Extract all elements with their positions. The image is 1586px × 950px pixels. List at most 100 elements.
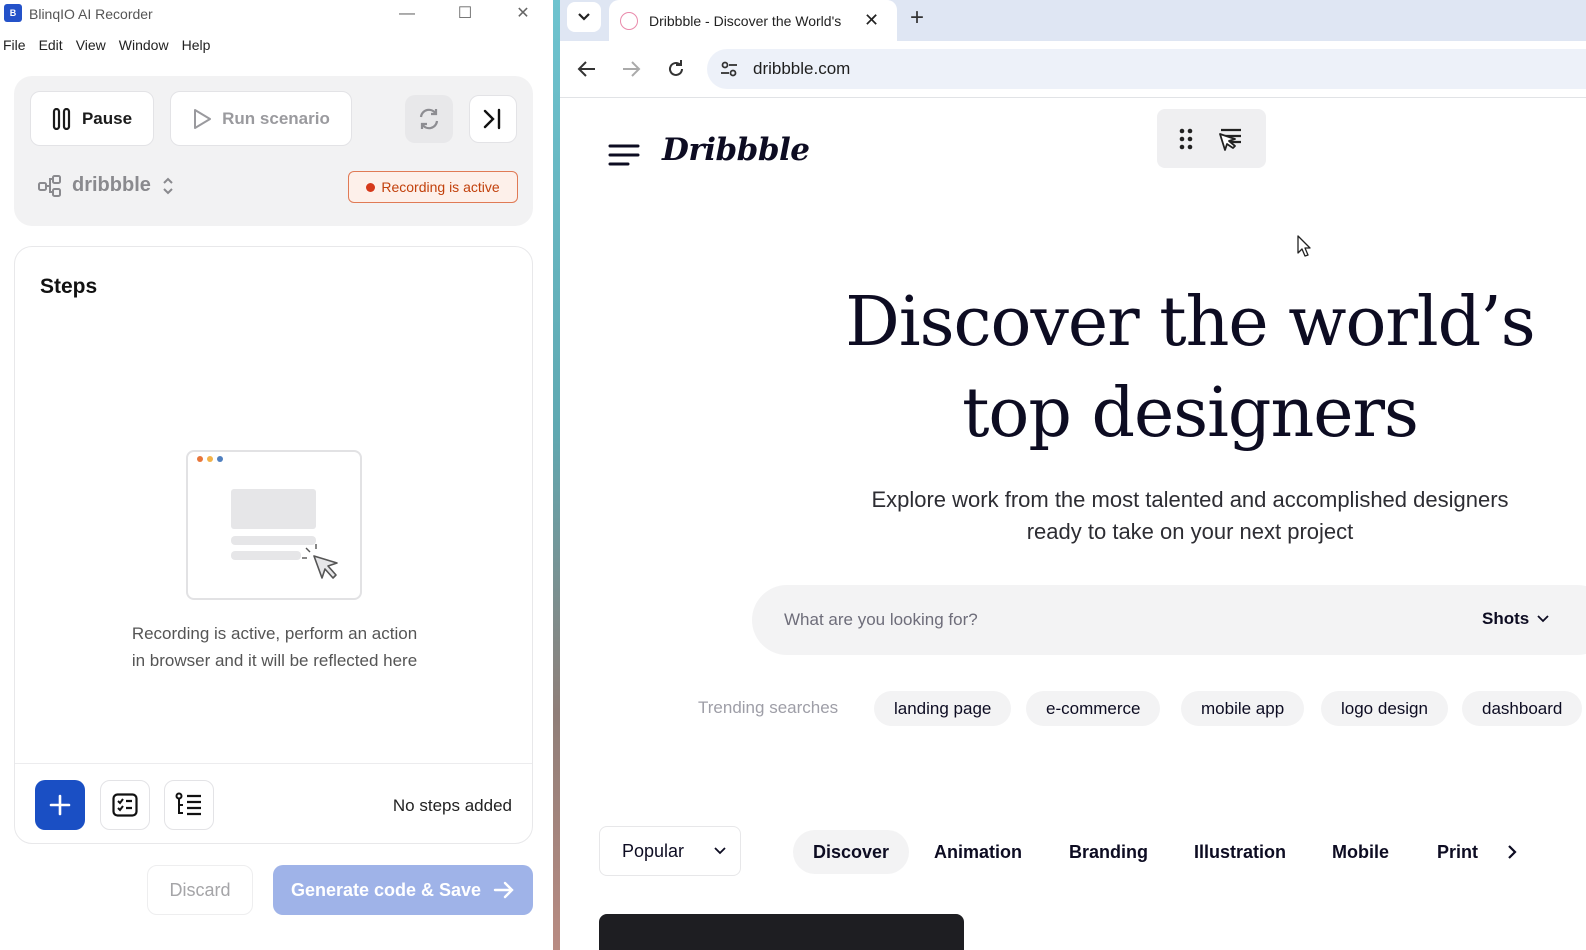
forward-button[interactable]	[617, 55, 645, 83]
run-scenario-button[interactable]: Run scenario	[170, 91, 352, 146]
window-title: BlinqIO AI Recorder	[29, 6, 153, 22]
tab-strip: Dribbble - Discover the World's ✕ +	[560, 0, 1586, 41]
browser-click-illustration-icon	[197, 456, 338, 579]
step-count-text: No steps added	[392, 796, 512, 815]
arrow-right-icon	[493, 881, 514, 899]
refresh-icon	[419, 108, 439, 130]
category-tab-illustration[interactable]: Illustration	[1174, 830, 1306, 874]
project-name: dribbble	[72, 174, 151, 196]
tab-dribbble[interactable]: Dribbble - Discover the World's ✕	[609, 0, 897, 41]
minimize-button[interactable]: —	[395, 3, 419, 25]
dribbble-favicon-icon	[620, 11, 638, 30]
add-step-button[interactable]	[35, 780, 85, 830]
empty-state-illustration	[186, 450, 362, 600]
new-tab-button[interactable]: +	[910, 4, 924, 32]
pause-label: Pause	[81, 108, 133, 128]
arrow-right-icon	[623, 61, 641, 77]
pause-button[interactable]: Pause	[30, 91, 154, 146]
categories-next-button[interactable]	[1500, 840, 1524, 864]
back-button[interactable]	[573, 55, 601, 83]
play-icon	[194, 108, 212, 129]
trending-chip[interactable]: landing page	[874, 691, 1012, 726]
skip-icon	[483, 108, 501, 130]
hero-heading: Discover the world’s top designers	[800, 277, 1580, 459]
hero-subheading: Explore work from the most talented and …	[820, 484, 1560, 548]
list-tree-icon	[175, 792, 201, 816]
checklist-icon	[112, 793, 138, 817]
checklist-button[interactable]	[100, 780, 150, 830]
step-list-button[interactable]	[164, 780, 214, 830]
sort-dropdown-value: Popular	[622, 840, 685, 861]
window-divider	[553, 0, 560, 950]
workflow-icon	[38, 174, 61, 197]
search-bar[interactable]: What are you looking for? Shots	[752, 585, 1586, 655]
trending-chip[interactable]: logo design	[1321, 691, 1448, 726]
app-logo-icon: B	[4, 4, 22, 22]
chevron-down-icon	[578, 13, 590, 21]
shot-thumbnail[interactable]	[599, 914, 964, 950]
mouse-cursor-icon	[1297, 235, 1311, 257]
menu-file[interactable]: File	[1, 34, 28, 56]
menu-window[interactable]: Window	[117, 34, 171, 56]
title-bar: B BlinqIO AI Recorder — ☐ ✕	[0, 0, 553, 30]
run-scenario-label: Run scenario	[222, 108, 330, 128]
pause-icon	[52, 107, 71, 130]
category-tab-animation[interactable]: Animation	[914, 830, 1042, 874]
sync-button[interactable]	[405, 95, 453, 143]
arrow-left-icon	[577, 61, 595, 77]
tab-close-icon[interactable]: ✕	[864, 10, 879, 31]
divider	[15, 763, 532, 764]
hamburger-menu-icon[interactable]	[608, 142, 640, 168]
chevron-right-icon	[1508, 845, 1517, 859]
dribbble-logo[interactable]: Dribbble	[662, 132, 810, 168]
recorder-app: B BlinqIO AI Recorder — ☐ ✕ File Edit Vi…	[0, 0, 553, 950]
close-button[interactable]: ✕	[511, 3, 535, 25]
trending-chip[interactable]: e-commerce	[1026, 691, 1161, 726]
empty-state-line-1: Recording is active, perform an action	[131, 624, 418, 643]
steps-title: Steps	[40, 275, 98, 298]
trending-chip[interactable]: mobile app	[1181, 691, 1305, 726]
url-text: dribbble.com	[753, 59, 851, 78]
site-settings-icon[interactable]	[719, 59, 739, 79]
generate-label: Generate code & Save	[290, 879, 482, 900]
empty-state-text: Recording is active, perform an action i…	[15, 620, 534, 674]
drag-handle-icon[interactable]	[1178, 127, 1194, 151]
discard-button[interactable]: Discard	[147, 865, 253, 915]
search-scope-label: Shots	[1482, 609, 1530, 628]
category-tab-branding[interactable]: Branding	[1049, 830, 1168, 874]
category-tab-print[interactable]: Print	[1417, 830, 1498, 874]
steps-panel: Steps Recording is active, perform an ac…	[14, 246, 533, 844]
updown-chevron-icon	[163, 177, 173, 194]
search-scope-dropdown[interactable]: Shots	[1482, 609, 1549, 629]
address-bar[interactable]: dribbble.com	[707, 49, 1586, 89]
menu-edit[interactable]: Edit	[37, 34, 65, 56]
inspect-pointer-icon[interactable]	[1217, 126, 1245, 152]
menu-bar: File Edit View Window Help	[0, 34, 221, 56]
menu-view[interactable]: View	[74, 34, 108, 56]
category-tab-mobile[interactable]: Mobile	[1312, 830, 1409, 874]
screen: B BlinqIO AI Recorder — ☐ ✕ File Edit Vi…	[0, 0, 1586, 950]
browser-toolbar: dribbble.com	[560, 41, 1586, 98]
skip-to-end-button[interactable]	[469, 95, 517, 143]
dribbble-page: Dribbble Discover the world’s top design…	[560, 99, 1586, 950]
search-input[interactable]: What are you looking for?	[784, 610, 1586, 630]
reload-button[interactable]	[662, 55, 690, 83]
project-selector[interactable]: dribbble	[38, 174, 175, 197]
trending-chip[interactable]: dashboard	[1462, 691, 1583, 726]
reload-icon	[669, 60, 683, 76]
hero-subheading-line-1: Explore work from the most talented and …	[871, 487, 1509, 512]
hero-subheading-line-2: ready to take on your next project	[1026, 519, 1354, 544]
trending-searches-label: Trending searches	[698, 698, 839, 717]
recording-status-text: Recording is active	[381, 179, 500, 195]
sort-dropdown[interactable]: Popular	[599, 826, 741, 876]
category-tab-discover[interactable]: Discover	[793, 830, 910, 874]
empty-state-line-2: in browser and it will be reflected here	[131, 651, 418, 670]
recorder-extension-toolbar	[1157, 109, 1266, 168]
generate-code-save-button[interactable]: Generate code & Save	[273, 865, 533, 915]
maximize-button[interactable]: ☐	[453, 3, 477, 25]
chevron-down-icon	[714, 847, 726, 855]
tab-search-button[interactable]	[567, 2, 601, 32]
recording-controls: Pause Run scenario dribbble Recording is…	[14, 76, 533, 226]
recording-status-badge: Recording is active	[348, 171, 518, 203]
menu-help[interactable]: Help	[180, 34, 213, 56]
